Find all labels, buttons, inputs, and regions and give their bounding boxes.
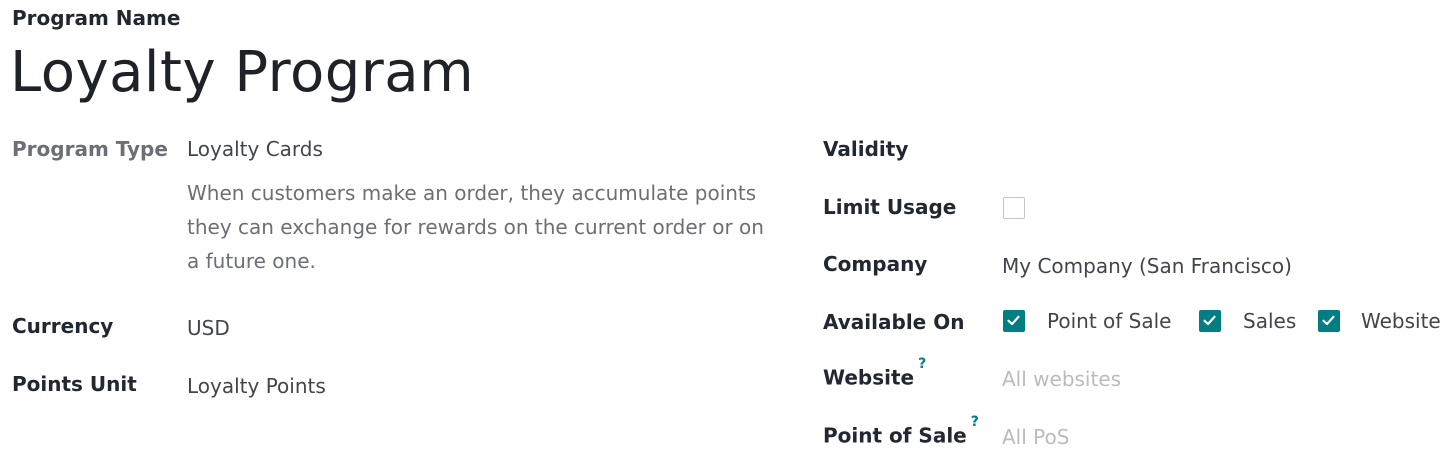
company-label: Company: [823, 252, 928, 276]
help-tooltip-icon[interactable]: ?: [971, 414, 979, 430]
sales-option-label[interactable]: Sales: [1243, 309, 1296, 333]
point-of-sale-option-label[interactable]: Point of Sale: [1047, 309, 1171, 333]
check-icon: [1007, 315, 1020, 326]
validity-label: Validity: [823, 137, 909, 161]
website-label: Website?: [823, 356, 926, 390]
company-field[interactable]: My Company (San Francisco): [1002, 254, 1292, 278]
limit-usage-label: Limit Usage: [823, 195, 957, 219]
limit-usage-checkbox[interactable]: [1003, 197, 1025, 219]
available-on-label: Available On: [823, 310, 965, 334]
point-of-sale-checkbox[interactable]: [1003, 310, 1025, 332]
program-type-description: When customers make an order, they accum…: [187, 181, 764, 273]
program-type-field[interactable]: Loyalty Cards: [187, 137, 323, 161]
website-label-text: Website: [823, 365, 915, 390]
check-icon: [1203, 315, 1216, 326]
currency-field[interactable]: USD: [187, 316, 230, 340]
point-of-sale-field[interactable]: All PoS: [1002, 425, 1069, 449]
sales-checkbox[interactable]: [1199, 310, 1221, 332]
program-name-label: Program Name: [12, 6, 181, 30]
website-field[interactable]: All websites: [1002, 367, 1121, 391]
points-unit-field[interactable]: Loyalty Points: [187, 374, 326, 398]
points-unit-label: Points Unit: [12, 372, 137, 396]
point-of-sale-label-text: Point of Sale: [823, 423, 967, 448]
website-option-label[interactable]: Website: [1361, 309, 1441, 333]
program-name-field[interactable]: Loyalty Program: [10, 40, 474, 105]
point-of-sale-label: Point of Sale?: [823, 414, 979, 448]
currency-label: Currency: [12, 314, 114, 338]
check-icon: [1322, 315, 1335, 326]
help-tooltip-icon[interactable]: ?: [918, 356, 926, 372]
website-checkbox[interactable]: [1318, 310, 1340, 332]
program-type-label: Program Type: [12, 137, 168, 161]
